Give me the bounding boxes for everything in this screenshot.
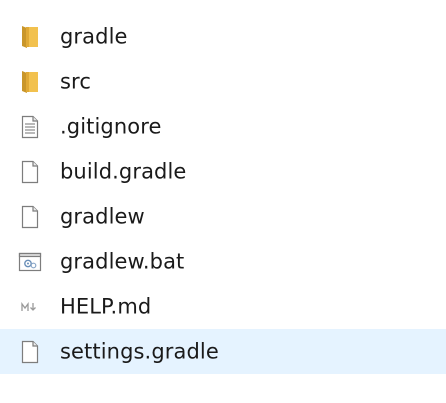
file-item-label: gradlew xyxy=(60,204,145,229)
blank-file-icon xyxy=(16,203,44,231)
folder-icon xyxy=(16,23,44,51)
file-item-gradlew-bat[interactable]: gradlew.bat xyxy=(0,239,446,284)
file-item-gitignore[interactable]: .gitignore xyxy=(0,104,446,149)
text-document-icon xyxy=(16,113,44,141)
markdown-file-icon xyxy=(16,293,44,321)
file-item-label: build.gradle xyxy=(60,159,187,184)
file-item-gradlew[interactable]: gradlew xyxy=(0,194,446,239)
file-item-label: gradle xyxy=(60,24,128,49)
file-item-label: settings.gradle xyxy=(60,339,219,364)
blank-file-icon xyxy=(16,158,44,186)
file-item-label: src xyxy=(60,69,91,94)
file-item-build-gradle[interactable]: build.gradle xyxy=(0,149,446,194)
folder-icon xyxy=(16,68,44,96)
file-list: gradle src .gitignore build.gradle gradl… xyxy=(0,14,446,374)
batch-file-icon xyxy=(16,248,44,276)
file-item-settings-gradle[interactable]: settings.gradle xyxy=(0,329,446,374)
file-item-label: HELP.md xyxy=(60,294,152,319)
file-item-label: gradlew.bat xyxy=(60,249,185,274)
file-item-label: .gitignore xyxy=(60,114,162,139)
file-item-src[interactable]: src xyxy=(0,59,446,104)
file-item-help-md[interactable]: HELP.md xyxy=(0,284,446,329)
blank-file-icon xyxy=(16,338,44,366)
file-item-gradle[interactable]: gradle xyxy=(0,14,446,59)
